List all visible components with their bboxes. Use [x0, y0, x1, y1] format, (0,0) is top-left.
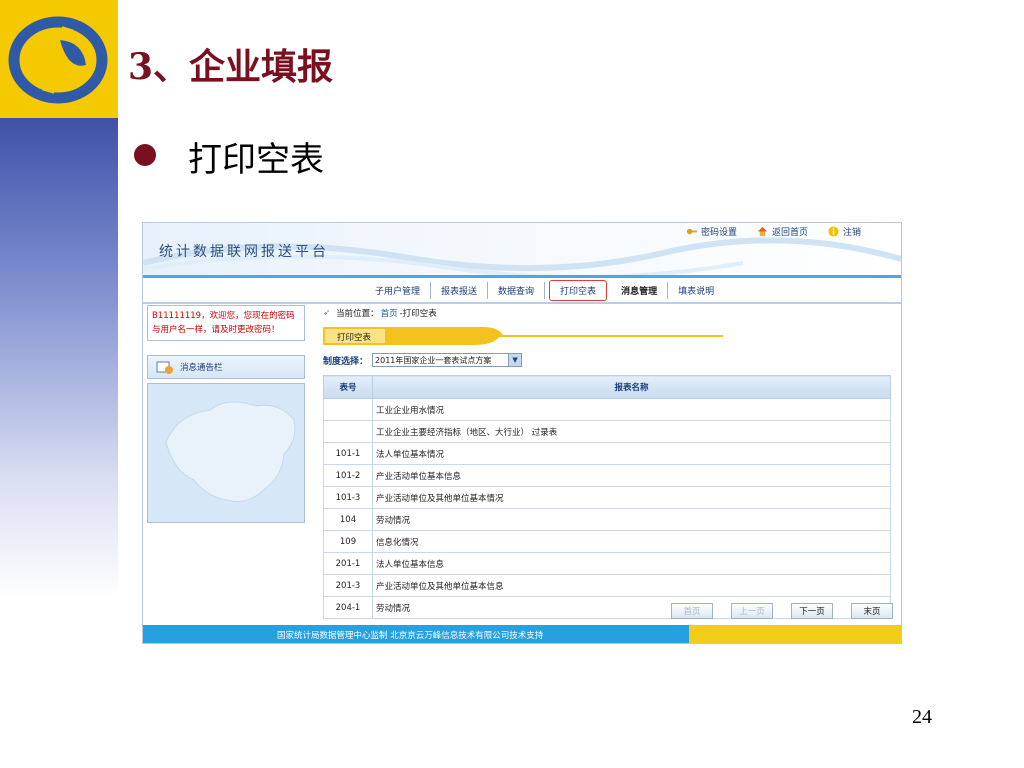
app-title: 统计数据联网报送平台 [159, 244, 329, 260]
column-header-name: 报表名称 [372, 375, 891, 399]
report-table: 表号 报表名称 工业企业用水情况 工业企业主要经济指标（地区、大行业） 过录表 … [323, 375, 891, 619]
app-footer: 国家统计局数据管理中心监制 北京京云万峰信息技术有限公司技术支持 [143, 625, 901, 643]
row-code [323, 420, 373, 443]
chevron-down-icon: ▼ [508, 354, 522, 366]
top-link-label: 返回首页 [771, 228, 808, 238]
page-number: 24 [912, 706, 932, 728]
row-name[interactable]: 劳动情况 [372, 508, 891, 531]
column-header-code: 表号 [323, 375, 373, 399]
welcome-line-2: 与用户名一样，请及时更改密码！ [152, 325, 280, 335]
app-window: 统计数据联网报送平台 密码设置 返回首页 注销 子用户管理 报表报送 数据查询 … [142, 222, 902, 644]
table-row[interactable]: 101-2 产业活动单位基本信息 [323, 464, 891, 487]
pager: 首页 上一页 下一页 末页 [671, 603, 893, 619]
breadcrumb: ➶ 当前位置： 首页 -打印空表 [323, 307, 437, 319]
row-code: 109 [323, 530, 373, 553]
first-page-button[interactable]: 首页 [671, 603, 713, 619]
breadcrumb-current: -打印空表 [399, 309, 437, 319]
nav-print-blank-forms[interactable]: 打印空表 [549, 280, 608, 301]
top-link-label: 注销 [842, 228, 861, 238]
row-code: 201-3 [323, 574, 373, 597]
china-map-panel [147, 383, 305, 523]
row-code: 101-2 [323, 464, 373, 487]
system-select-dropdown[interactable]: 2011年国家企业一套表试点方案 ▼ [372, 353, 523, 367]
system-select-label: 制度选择： [323, 356, 369, 367]
table-row[interactable]: 201-3 产业活动单位及其他单位基本信息 [323, 574, 891, 597]
row-name[interactable]: 产业活动单位及其他单位基本情况 [372, 486, 891, 509]
welcome-line-1: B11111119，欢迎您，您现在的密码 [152, 311, 295, 321]
slide-title: 3、企业填报 [128, 46, 334, 88]
nav-report-submission[interactable]: 报表报送 [431, 282, 489, 299]
breadcrumb-home-link[interactable]: 首页 [381, 307, 398, 319]
blue-side-strip [0, 118, 118, 598]
row-name[interactable]: 法人单位基本信息 [372, 552, 891, 575]
breadcrumb-arrow-icon: ➶ [323, 308, 331, 318]
key-icon [686, 228, 697, 235]
table-row[interactable]: 201-1 法人单位基本信息 [323, 552, 891, 575]
notice-label: 消息通告栏 [180, 363, 223, 373]
section-tab: 打印空表 [323, 325, 723, 345]
table-row[interactable]: 104 劳动情况 [323, 508, 891, 531]
stats-logo-icon [8, 16, 108, 104]
system-select-row: 制度选择： 2011年国家企业一套表试点方案 ▼ [323, 353, 523, 367]
system-select-value: 2011年国家企业一套表试点方案 [375, 355, 492, 365]
welcome-box: B11111119，欢迎您，您现在的密码 与用户名一样，请及时更改密码！ [147, 305, 305, 341]
logout-link[interactable]: 注销 [828, 225, 861, 238]
row-name[interactable]: 信息化情况 [372, 530, 891, 553]
row-code: 101-1 [323, 442, 373, 465]
last-page-button[interactable]: 末页 [851, 603, 893, 619]
bullet-dot [134, 144, 156, 166]
table-row[interactable]: 109 信息化情况 [323, 530, 891, 553]
main-nav: 子用户管理 报表报送 数据查询 打印空表 消息管理 填表说明 [143, 275, 901, 304]
nav-data-query[interactable]: 数据查询 [488, 282, 546, 299]
nav-filling-instructions[interactable]: 填表说明 [668, 282, 724, 299]
china-map-icon [165, 401, 296, 502]
row-name[interactable]: 法人单位基本情况 [372, 442, 891, 465]
password-settings-link[interactable]: 密码设置 [686, 225, 737, 238]
row-name[interactable]: 工业企业用水情况 [372, 398, 891, 421]
bullet-text: 打印空表 [188, 140, 324, 180]
info-icon [828, 226, 839, 237]
top-links: 密码设置 返回首页 注销 [686, 225, 861, 238]
notice-icon [156, 361, 173, 374]
nav-message-management[interactable]: 消息管理 [611, 282, 669, 299]
row-code: 204-1 [323, 596, 373, 619]
row-name[interactable]: 产业活动单位基本信息 [372, 464, 891, 487]
table-row[interactable]: 工业企业用水情况 [323, 398, 891, 421]
notice-bar[interactable]: 消息通告栏 [147, 355, 305, 379]
table-row[interactable]: 工业企业主要经济指标（地区、大行业） 过录表 [323, 420, 891, 443]
row-code: 104 [323, 508, 373, 531]
nav-sub-user-management[interactable]: 子用户管理 [365, 282, 432, 299]
row-name[interactable]: 工业企业主要经济指标（地区、大行业） 过录表 [372, 420, 891, 443]
return-home-link[interactable]: 返回首页 [757, 225, 808, 238]
table-row[interactable]: 101-3 产业活动单位及其他单位基本情况 [323, 486, 891, 509]
table-row[interactable]: 101-1 法人单位基本情况 [323, 442, 891, 465]
row-code: 201-1 [323, 552, 373, 575]
section-tab-label: 打印空表 [337, 333, 372, 343]
section-tab-shape [323, 327, 723, 345]
row-code: 101-3 [323, 486, 373, 509]
footer-text: 国家统计局数据管理中心监制 北京京云万峰信息技术有限公司技术支持 [277, 631, 544, 641]
home-icon [757, 226, 768, 237]
next-page-button[interactable]: 下一页 [791, 603, 833, 619]
app-header: 统计数据联网报送平台 密码设置 返回首页 注销 [143, 223, 901, 275]
top-link-label: 密码设置 [700, 228, 737, 238]
prev-page-button[interactable]: 上一页 [731, 603, 773, 619]
row-name[interactable]: 产业活动单位及其他单位基本信息 [372, 574, 891, 597]
row-code [323, 398, 373, 421]
breadcrumb-prefix: 当前位置： [336, 309, 379, 319]
